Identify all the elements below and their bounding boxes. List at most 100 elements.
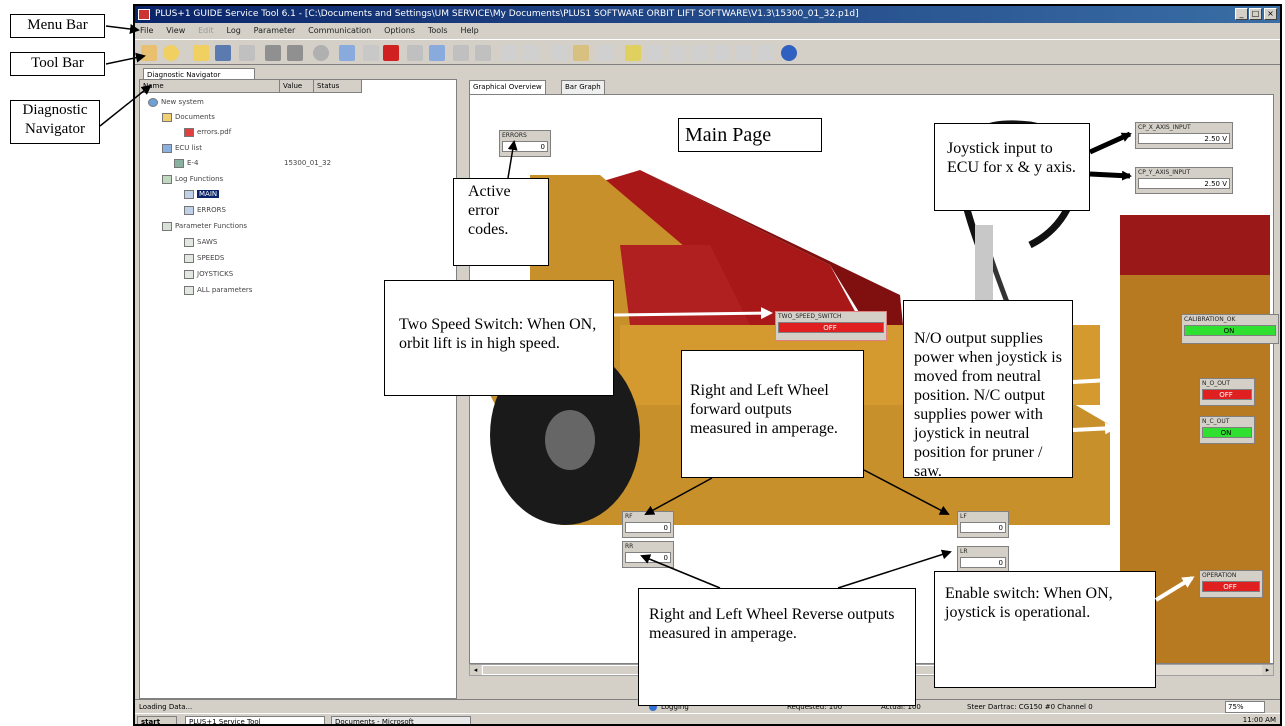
cut-icon[interactable] bbox=[475, 45, 491, 61]
title-bar: PLUS+1 GUIDE Service Tool 6.1 - [C:\Docu… bbox=[135, 6, 1280, 23]
help-icon[interactable] bbox=[781, 45, 797, 61]
signal-nc-output-value: ON bbox=[1202, 427, 1252, 438]
log-icon[interactable] bbox=[407, 45, 423, 61]
align-bottom-icon[interactable] bbox=[713, 45, 729, 61]
taskbar-plus1[interactable]: PLUS+1 Service Tool bbox=[185, 716, 325, 724]
signal-joystick-y-name: CP_Y_AXIS_INPUT bbox=[1138, 169, 1191, 176]
signal-two-speed-name: TWO_SPEED_SWITCH bbox=[778, 313, 842, 320]
scroll-right-icon[interactable]: ▸ bbox=[1262, 665, 1273, 675]
page-icon bbox=[184, 189, 194, 199]
signal-errors-name: ERRORS bbox=[502, 132, 527, 139]
edit-icon[interactable] bbox=[239, 45, 255, 61]
align-top-icon[interactable] bbox=[691, 45, 707, 61]
signal-no-output-name: N_O_OUT bbox=[1202, 380, 1230, 387]
menu-communication[interactable]: Communication bbox=[303, 23, 376, 39]
tree-item-errors[interactable]: ERRORS bbox=[184, 204, 226, 217]
tree-item-documents[interactable]: Documents bbox=[162, 111, 215, 124]
align-center-icon[interactable] bbox=[647, 45, 663, 61]
tool-bar-label: Tool Bar bbox=[10, 52, 105, 76]
log-functions-icon bbox=[162, 174, 172, 184]
page-icon bbox=[184, 205, 194, 215]
tree-item-errors-pdf[interactable]: errors.pdf bbox=[184, 126, 231, 139]
menu-file[interactable]: File bbox=[135, 23, 158, 39]
zoom-icon[interactable] bbox=[313, 45, 329, 61]
column-value[interactable]: Value bbox=[280, 80, 314, 93]
taskbar-documents[interactable]: Documents - Microsoft bbox=[331, 716, 471, 724]
align-left-icon[interactable] bbox=[625, 45, 641, 61]
stop-icon[interactable] bbox=[383, 45, 399, 61]
column-name[interactable]: Name bbox=[140, 80, 280, 93]
menu-options[interactable]: Options bbox=[379, 23, 420, 39]
main-page-label: Main Page bbox=[678, 118, 822, 152]
distribute-icon[interactable] bbox=[735, 45, 751, 61]
tab-bar-graph[interactable]: Bar Graph bbox=[561, 80, 605, 94]
grid-icon[interactable] bbox=[597, 45, 613, 61]
pdf-icon bbox=[184, 127, 194, 137]
signal-operation-name: OPERATION bbox=[1202, 572, 1237, 579]
menu-edit[interactable]: Edit bbox=[193, 23, 219, 39]
copy-icon[interactable] bbox=[501, 45, 517, 61]
folder-icon bbox=[162, 112, 172, 122]
order-icon[interactable] bbox=[757, 45, 773, 61]
save-icon[interactable] bbox=[215, 45, 231, 61]
checklist-icon bbox=[184, 237, 194, 247]
signal-operation: OPERATION OFF bbox=[1199, 570, 1263, 598]
callout-enable: Enable switch: When ON, joystick is oper… bbox=[934, 571, 1156, 688]
tree-item-saws[interactable]: SAWS bbox=[184, 236, 217, 249]
properties-icon[interactable] bbox=[551, 45, 567, 61]
tree-item-main[interactable]: MAIN bbox=[184, 188, 220, 201]
tab-graphical-overview[interactable]: Graphical Overview bbox=[469, 80, 546, 94]
tree-item-e4[interactable]: E-4 bbox=[174, 157, 198, 170]
zoom-select[interactable]: 75% bbox=[1225, 701, 1265, 713]
signal-rf-value: 0 bbox=[625, 522, 671, 533]
signal-calibration-name: CALIBRATION_OK bbox=[1184, 316, 1236, 323]
callout-joystick-input: Joystick input to ECU for x & y axis. bbox=[934, 123, 1090, 211]
column-status[interactable]: Status bbox=[314, 80, 362, 93]
signal-joystick-x-value: 2.50 V bbox=[1138, 133, 1230, 144]
align-right-icon[interactable] bbox=[669, 45, 685, 61]
new-icon[interactable] bbox=[141, 45, 157, 61]
paste-icon[interactable] bbox=[523, 45, 539, 61]
checklist-icon bbox=[184, 269, 194, 279]
system-icon bbox=[148, 97, 158, 107]
front-housing-top bbox=[1120, 215, 1270, 275]
tree-item-log-functions[interactable]: Log Functions bbox=[162, 173, 223, 186]
close-icon[interactable]: × bbox=[1264, 8, 1277, 20]
lock-icon[interactable] bbox=[573, 45, 589, 61]
tree-item-ecu-list[interactable]: ECU list bbox=[162, 142, 202, 155]
signal-no-output-value: OFF bbox=[1202, 389, 1252, 400]
tree-item-speeds[interactable]: SPEEDS bbox=[184, 252, 224, 265]
signal-rf: RF 0 bbox=[622, 511, 674, 538]
window-icon[interactable] bbox=[339, 45, 355, 61]
callout-outputs: N/O output supplies power when joystick … bbox=[903, 300, 1073, 480]
signal-no-output: N_O_OUT OFF bbox=[1199, 378, 1255, 406]
tree-item-joysticks[interactable]: JOYSTICKS bbox=[184, 268, 233, 281]
menu-parameter[interactable]: Parameter bbox=[249, 23, 301, 39]
tree-item-all-parameters[interactable]: ALL parameters bbox=[184, 284, 252, 297]
print-icon[interactable] bbox=[453, 45, 469, 61]
signal-two-speed-value: OFF bbox=[778, 322, 884, 333]
download-icon[interactable] bbox=[265, 45, 281, 61]
upload-icon[interactable] bbox=[287, 45, 303, 61]
chart-icon[interactable] bbox=[429, 45, 445, 61]
diagnostic-navigator-label: Diagnostic Navigator bbox=[10, 100, 100, 144]
menu-log[interactable]: Log bbox=[222, 23, 246, 39]
open-icon[interactable] bbox=[193, 45, 209, 61]
ecu-list-icon bbox=[162, 143, 172, 153]
dropdown-icon[interactable] bbox=[363, 45, 379, 61]
menu-help[interactable]: Help bbox=[455, 23, 483, 39]
minimize-icon[interactable]: _ bbox=[1235, 8, 1248, 20]
scroll-left-icon[interactable]: ◂ bbox=[470, 665, 481, 675]
signal-rf-name: RF bbox=[625, 513, 633, 520]
menu-view[interactable]: View bbox=[161, 23, 190, 39]
signal-two-speed-switch: TWO_SPEED_SWITCH OFF bbox=[775, 311, 887, 341]
signal-lf-name: LF bbox=[960, 513, 967, 520]
maximize-icon[interactable]: □ bbox=[1249, 8, 1262, 20]
callout-reverse: Right and Left Wheel Reverse outputs mea… bbox=[638, 588, 916, 706]
tree-item-new-system[interactable]: New system bbox=[148, 96, 204, 109]
start-button[interactable]: start bbox=[137, 716, 177, 724]
tree-item-parameter-functions[interactable]: Parameter Functions bbox=[162, 220, 247, 233]
connect-icon[interactable] bbox=[163, 45, 179, 61]
menu-tools[interactable]: Tools bbox=[423, 23, 453, 39]
signal-rr-value: 0 bbox=[625, 552, 671, 563]
